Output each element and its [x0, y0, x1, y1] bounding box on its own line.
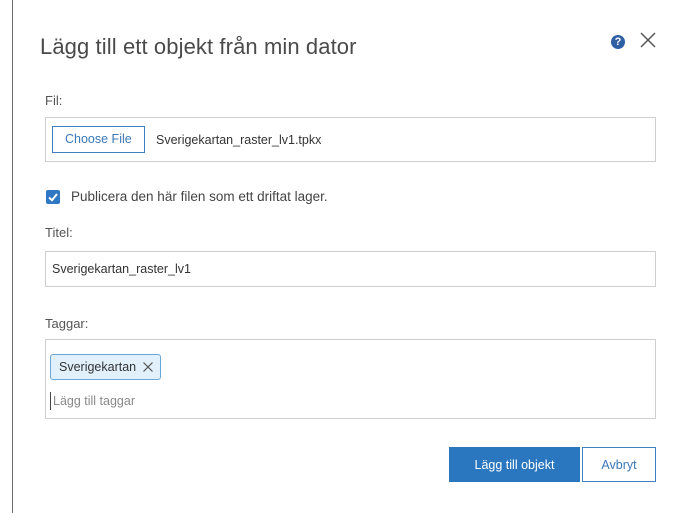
- tags-input-box[interactable]: Sverigekartan Lägg till taggar: [45, 339, 656, 419]
- selected-file-name: Sverigekartan_raster_lv1.tpkx: [156, 133, 322, 147]
- file-input-box: Choose File Sverigekartan_raster_lv1.tpk…: [45, 117, 656, 162]
- add-tags-input[interactable]: Lägg till taggar: [50, 392, 643, 410]
- tag-chip: Sverigekartan: [50, 354, 162, 380]
- choose-file-button[interactable]: Choose File: [52, 126, 145, 153]
- file-label: Fil:: [45, 93, 63, 108]
- tags-label: Taggar:: [45, 316, 89, 331]
- title-label: Titel:: [45, 225, 73, 240]
- publish-checkbox-label[interactable]: Publicera den här filen som ett driftat …: [71, 189, 328, 204]
- close-icon[interactable]: [638, 30, 658, 50]
- help-icon[interactable]: ?: [611, 35, 625, 49]
- add-item-button[interactable]: Lägg till objekt: [449, 447, 580, 482]
- dialog-title: Lägg till ett objekt från min dator: [40, 34, 357, 59]
- add-item-dialog: Lägg till ett objekt från min dator ? Fi…: [12, 0, 685, 513]
- title-input[interactable]: Sverigekartan_raster_lv1: [45, 251, 656, 287]
- publish-checkbox[interactable]: [46, 190, 60, 204]
- tag-chip-label: Sverigekartan: [59, 360, 137, 374]
- cancel-button[interactable]: Avbryt: [582, 447, 656, 482]
- remove-tag-icon[interactable]: [142, 361, 154, 373]
- checkmark-icon: [48, 193, 58, 202]
